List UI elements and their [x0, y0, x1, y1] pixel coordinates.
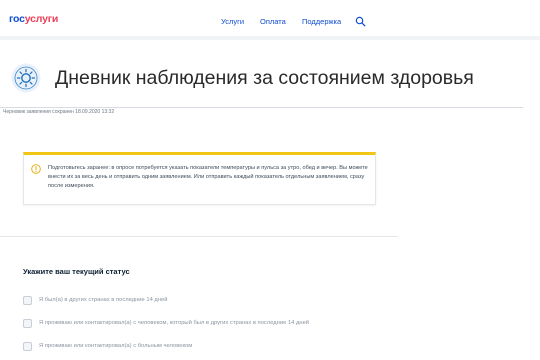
checkbox[interactable]	[23, 296, 32, 305]
logo-text-part1: гос	[9, 13, 25, 25]
search-icon[interactable]	[355, 16, 366, 27]
page-title: Дневник наблюдения за состоянием здоровь…	[55, 67, 474, 89]
notice-text: Подготовьтесь заранее: в опросе потребуе…	[48, 165, 368, 189]
nav-link-support[interactable]: Поддержка	[302, 17, 341, 26]
nav-link-services[interactable]: Услуги	[221, 17, 244, 26]
warning-icon	[31, 164, 41, 174]
nav-link-payment[interactable]: Оплата	[260, 17, 286, 26]
logo-text-part2: услуги	[24, 13, 59, 25]
option-label: Я проживаю или контактировал(а) с больны…	[39, 343, 193, 349]
status-option-contact-sick[interactable]: Я проживаю или контактировал(а) с больны…	[23, 342, 383, 352]
status-heading: Укажите ваш текущий статус	[23, 267, 130, 276]
checkbox[interactable]	[23, 342, 32, 351]
title-divider	[0, 107, 523, 108]
option-label: Я проживаю или контактировал(а) с челове…	[39, 320, 310, 326]
breadcrumb-strip	[0, 36, 540, 40]
sun-health-icon	[11, 63, 41, 93]
info-notice: Подготовьтесь заранее: в опросе потребуе…	[23, 152, 376, 205]
section-divider	[0, 236, 398, 237]
status-option-contact-abroad[interactable]: Я проживаю или контактировал(а) с челове…	[23, 319, 383, 329]
gosuslugi-logo[interactable]: госуслуги	[9, 13, 58, 25]
option-label: Я был(а) в других странах в последние 14…	[39, 297, 168, 303]
status-option-abroad[interactable]: Я был(а) в других странах в последние 14…	[23, 296, 383, 306]
draft-saved-note: Черновик заявления сохранен 18.09.2020 1…	[3, 109, 115, 115]
top-header: госуслуги Услуги Оплата Поддержка	[0, 0, 540, 36]
checkbox[interactable]	[23, 319, 32, 328]
